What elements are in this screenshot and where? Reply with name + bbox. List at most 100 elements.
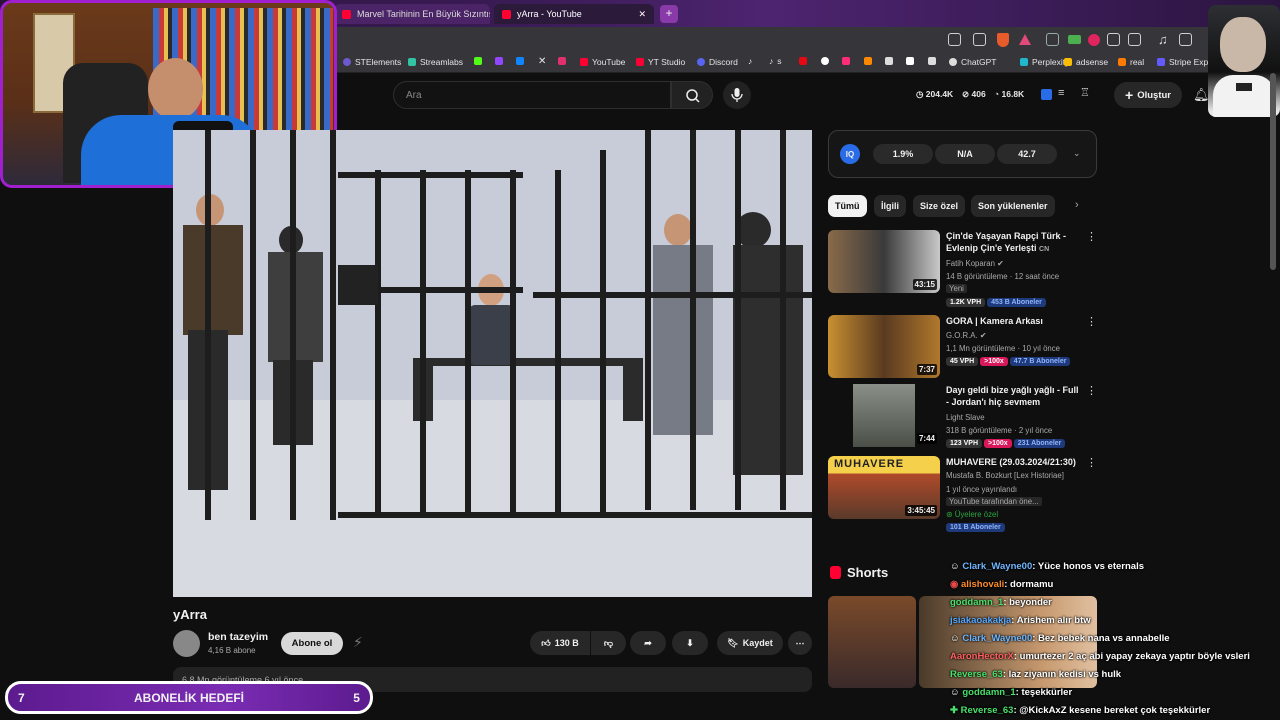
kick-icon[interactable] [474,57,482,65]
tab-yarra[interactable]: yArra - YouTube ✕ [494,4,654,24]
chat-message: AaronHectorX: umurtezer 2 aç abi yapay z… [950,651,1250,662]
rec-channel[interactable]: Mustafa B. Bozkurt [Lex Historiae] [946,471,1064,480]
more-icon: ⋯ [795,637,805,648]
channel-avatar[interactable] [173,630,200,657]
thumbs-up-icon: 👍︎ [541,637,551,648]
tiktok-icon[interactable]: ♪ [748,56,752,66]
rec-menu-icon[interactable]: ⋮ [1086,456,1097,469]
bluesky-icon[interactable] [516,57,524,65]
members-only-badge: ⊛ Üyelere özel [946,510,999,519]
rec-thumbnail[interactable]: 7:37 [828,315,940,378]
save-button[interactable]: 🔖︎ Kaydet [717,631,783,655]
mic-icon [731,88,743,102]
split-view-icon[interactable] [1179,33,1192,46]
rec-title[interactable]: GORA | Kamera Arkası [946,315,1082,327]
badge-icon: ✚ [950,705,961,716]
bookmark-icon[interactable] [906,57,914,65]
badge-icon: ☺ [950,633,963,644]
instagram-icon[interactable] [558,57,566,65]
video-player[interactable] [173,130,812,597]
rec-title[interactable]: Dayı geldi bize yağlı yağlı - Full - Jor… [946,384,1082,408]
like-button[interactable]: 👍︎ 130 B [530,631,590,655]
extension-icon[interactable] [1046,33,1059,46]
chip-for-you[interactable]: Size özel [913,195,966,217]
rec-thumbnail[interactable]: 7:44 [828,384,940,447]
download-button[interactable]: ⬇︎ [672,631,708,655]
tab-marvel[interactable]: Marvel Tarihinin En Büyük Sızıntısı! A [334,4,490,24]
chip-related[interactable]: İlgili [874,195,906,217]
search-input[interactable]: Ara [393,81,671,109]
bookmark-perplexity[interactable]: Perplexity [1020,57,1069,67]
rec-channel[interactable]: G.O.R.A. ✔ [946,331,986,340]
badge-icon: ☺ [950,687,963,698]
puzzle-icon[interactable] [1107,33,1120,46]
extension-icon-3[interactable] [1088,34,1100,46]
search-button[interactable] [671,81,713,109]
lightning-icon[interactable]: ⚡︎ [353,634,363,651]
brave-shield-icon[interactable] [997,33,1009,47]
rec-menu-icon[interactable]: ⋮ [1086,230,1097,243]
shorts-heading: Shorts [830,565,888,580]
more-button[interactable]: ⋯ [788,631,812,655]
new-tab-icon[interactable]: + [660,5,678,23]
chat-message: ☺ goddamn_1: teşekkürler [950,687,1073,698]
chevron-down-icon[interactable]: ⌄ [1073,148,1081,159]
subscription-goal-bar: 7 ABONELİK HEDEFİ 5 [5,681,373,714]
bookmark-chatgpt[interactable]: ChatGPT [949,57,996,67]
bookmark-stelements[interactable]: STElements [343,57,401,67]
netflix-icon[interactable] [799,57,807,65]
bookmark-icon[interactable] [864,57,872,65]
rec-menu-icon[interactable]: ⋮ [1086,315,1097,328]
goal-current: 7 [18,690,25,705]
bookmark-streamlabs[interactable]: Streamlabs [408,57,463,67]
screenshot-icon[interactable] [948,33,961,46]
twitch-icon[interactable] [495,57,503,65]
chip-recent[interactable]: Son yüklenenler [971,195,1055,217]
bookmark-tiktok-s[interactable]: ♪ s [769,56,782,66]
dislike-button[interactable]: 👎︎ [591,631,626,655]
bookmark-real[interactable]: real [1118,57,1144,67]
rec-channel[interactable]: Light Slave [946,413,985,422]
rec-meta: 1 yıl önce yayınlandı [946,485,1018,494]
rec-channel[interactable]: Fatih Koparan ✔ [946,259,1004,268]
share-icon[interactable] [973,33,986,46]
iq-icon[interactable] [1041,89,1052,100]
rec-menu-icon[interactable]: ⋮ [1086,384,1097,397]
rewards-icon[interactable] [1019,34,1031,45]
chevron-right-icon[interactable]: › [1075,199,1079,211]
sidebar-icon[interactable] [1128,33,1141,46]
create-button[interactable]: + Oluştur [1114,82,1182,108]
bookmark-discord[interactable]: Discord [697,57,738,67]
rec-thumbnail[interactable]: MUHAVERE 3:45:45 [828,456,940,519]
extension-icon-2[interactable] [1068,35,1081,44]
chat-message: Reverse_63: laz ziyanın kedisi vs hulk [950,669,1122,680]
bookmark-yt-studio[interactable]: YT Studio [636,57,685,67]
rec-title[interactable]: Çin'de Yaşayan Rapçi Türk - Evlenip Çin'… [946,230,1082,256]
rec-title[interactable]: MUHAVERE (29.03.2024/21:30) [946,456,1082,468]
bookmark-icon[interactable] [842,57,850,65]
x-icon[interactable]: ✕ [538,56,546,67]
share-icon: ➦ [644,637,652,648]
bookmark-icon[interactable] [928,57,936,65]
bookmark-adsense[interactable]: adsense [1064,57,1108,67]
verified-icon: ✔ [997,259,1004,268]
bookmark-stripe[interactable]: Stripe Expre [1157,57,1216,67]
scrollbar-thumb[interactable] [1270,73,1276,270]
rec-meta: 318 B görüntüleme · 2 yıl önce [946,426,1053,435]
subscribe-button[interactable]: Abone ol [281,632,343,655]
list-icon[interactable]: ≡ [1058,87,1064,99]
bookmark-icon[interactable] [821,57,829,65]
close-icon[interactable]: ✕ [638,9,646,20]
bookmark-youtube[interactable]: YouTube [580,57,625,67]
channel-name[interactable]: ben tazeyim [208,631,268,643]
amazon-icon[interactable] [885,57,893,65]
voice-search-button[interactable] [723,81,751,109]
rec-thumbnail[interactable]: 43:15 [828,230,940,293]
rec-meta: 14 B görüntüleme · 12 saat önce [946,272,1060,281]
music-icon[interactable]: ♫ [1158,32,1168,47]
trophy-icon[interactable]: ♖ [1080,86,1090,99]
share-button[interactable]: ➦ [630,631,666,655]
short-thumbnail[interactable] [828,596,916,688]
plus-icon: + [1125,87,1134,103]
chip-all[interactable]: Tümü [828,195,867,217]
